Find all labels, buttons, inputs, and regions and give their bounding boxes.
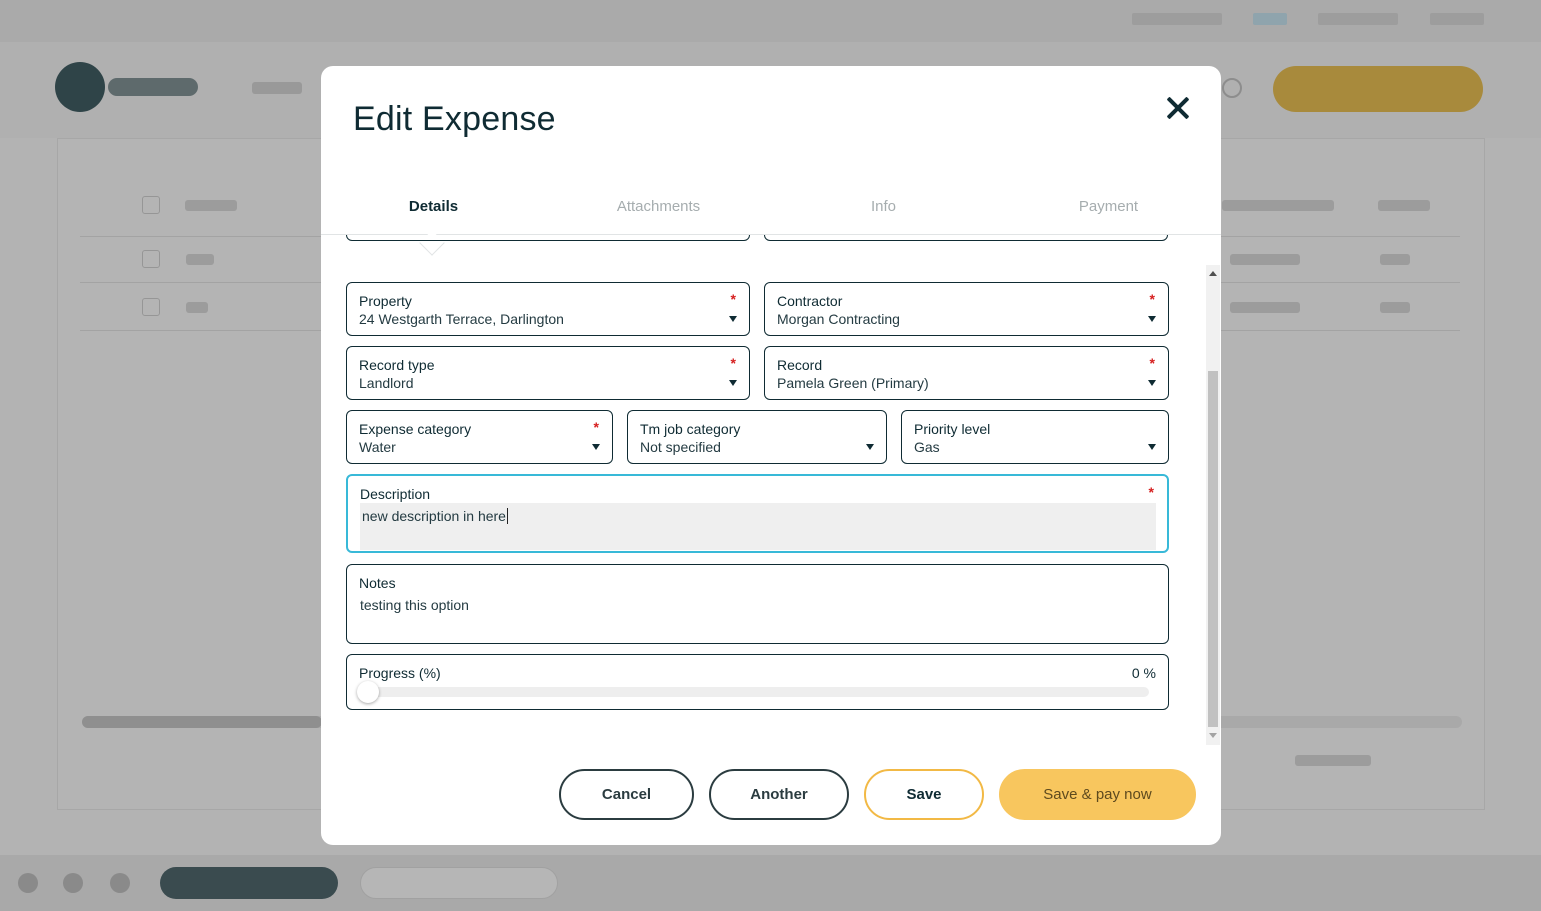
- record-type-select[interactable]: Record type * Landlord: [346, 346, 750, 400]
- background-column-header: [1222, 200, 1334, 211]
- background-scrollbar-thumb: [82, 716, 322, 728]
- progress-label: Progress (%): [359, 665, 441, 681]
- background-cell: [1230, 254, 1300, 265]
- form-scrollbar[interactable]: [1206, 265, 1220, 745]
- background-search-icon: [1222, 78, 1242, 98]
- priority-level-value: Gas: [914, 439, 940, 455]
- background-cell: [186, 254, 214, 265]
- progress-slider-track[interactable]: [361, 687, 1149, 697]
- description-label: Description: [360, 486, 431, 502]
- background-cell: [186, 302, 208, 313]
- background-logo-text: [108, 78, 198, 96]
- background-pagination: [1295, 755, 1371, 766]
- required-marker: *: [730, 291, 736, 307]
- contractor-value: Morgan Contracting: [777, 311, 900, 327]
- record-select[interactable]: Record * Pamela Green (Primary): [764, 346, 1169, 400]
- save-and-pay-now-button[interactable]: Save & pay now: [999, 769, 1196, 820]
- required-marker: *: [730, 355, 736, 371]
- background-cell: [1230, 302, 1300, 313]
- chevron-down-icon: [1148, 380, 1156, 386]
- background-column-header: [185, 200, 237, 211]
- scrolled-field-above[interactable]: [346, 235, 750, 241]
- property-select[interactable]: Property * 24 Westgarth Terrace, Darling…: [346, 282, 750, 336]
- background-logo: [55, 62, 105, 112]
- tm-job-category-select[interactable]: Tm job category Not specified: [627, 410, 887, 464]
- contractor-label: Contractor: [777, 293, 843, 309]
- progress-slider-thumb[interactable]: [357, 681, 379, 703]
- background-column-header: [1378, 200, 1430, 211]
- tm-job-category-label: Tm job category: [640, 421, 741, 437]
- cancel-button[interactable]: Cancel: [559, 769, 694, 820]
- background-bottom-pill: [360, 867, 558, 899]
- background-checkbox: [142, 196, 160, 214]
- save-button[interactable]: Save: [864, 769, 984, 820]
- background-bottom-icon: [18, 873, 38, 893]
- notes-text: testing this option: [360, 597, 469, 613]
- background-top-link: [1318, 13, 1398, 25]
- required-marker: *: [1148, 484, 1154, 500]
- expense-category-value: Water: [359, 439, 396, 455]
- progress-field: Progress (%) 0 %: [346, 654, 1169, 710]
- tm-job-category-value: Not specified: [640, 439, 721, 455]
- background-top-link: [1430, 13, 1484, 25]
- required-marker: *: [1149, 355, 1155, 371]
- description-field[interactable]: Description * new description in here: [346, 474, 1169, 553]
- contractor-select[interactable]: Contractor * Morgan Contracting: [764, 282, 1169, 336]
- tab-payment[interactable]: Payment: [996, 198, 1221, 215]
- expense-category-label: Expense category: [359, 421, 472, 437]
- background-checkbox: [142, 250, 160, 268]
- modal-title: Edit Expense: [353, 100, 556, 138]
- record-type-label: Record type: [359, 357, 435, 373]
- chevron-down-icon: [729, 316, 737, 322]
- background-account-button: [1273, 66, 1483, 112]
- scroll-down-arrow-icon[interactable]: [1209, 733, 1217, 738]
- background-cell: [1380, 254, 1410, 265]
- background-top-link: [1253, 13, 1287, 25]
- background-bottom-icon: [63, 873, 83, 893]
- description-text: new description in here: [362, 508, 506, 524]
- chevron-down-icon: [1148, 316, 1156, 322]
- record-type-value: Landlord: [359, 375, 414, 391]
- background-checkbox: [142, 298, 160, 316]
- notes-field[interactable]: Notes testing this option: [346, 564, 1169, 644]
- close-icon[interactable]: [1163, 93, 1193, 123]
- required-marker: *: [593, 419, 599, 435]
- background-bottom-pill: [160, 867, 338, 899]
- required-marker: *: [1149, 291, 1155, 307]
- priority-level-label: Priority level: [914, 421, 991, 437]
- chevron-down-icon: [866, 444, 874, 450]
- record-value: Pamela Green (Primary): [777, 375, 929, 391]
- edit-expense-modal: Edit Expense Details Attachments Info Pa…: [321, 66, 1221, 845]
- notes-label: Notes: [359, 575, 396, 591]
- another-button[interactable]: Another: [709, 769, 849, 820]
- background-bottom-icon: [110, 873, 130, 893]
- scrollbar-thumb[interactable]: [1208, 371, 1218, 727]
- background-topbar: [0, 0, 1541, 42]
- record-label: Record: [777, 357, 823, 373]
- background-cell: [1380, 302, 1410, 313]
- progress-value: 0 %: [1131, 665, 1156, 681]
- text-cursor: [506, 508, 508, 524]
- expense-category-select[interactable]: Expense category * Water: [346, 410, 613, 464]
- chevron-down-icon: [592, 444, 600, 450]
- property-value: 24 Westgarth Terrace, Darlington: [359, 311, 564, 327]
- scroll-up-arrow-icon[interactable]: [1209, 271, 1217, 276]
- tab-info[interactable]: Info: [771, 198, 996, 215]
- tab-attachments[interactable]: Attachments: [546, 198, 771, 215]
- details-form: Property * 24 Westgarth Terrace, Darling…: [321, 235, 1221, 745]
- priority-level-select[interactable]: Priority level Gas: [901, 410, 1169, 464]
- scrolled-field-above[interactable]: [764, 235, 1168, 241]
- property-label: Property: [359, 293, 412, 309]
- description-textarea[interactable]: new description in here: [360, 503, 1156, 550]
- modal-tabs: Details Attachments Info Payment: [321, 186, 1221, 256]
- chevron-down-icon: [1148, 444, 1156, 450]
- background-top-link: [1132, 13, 1222, 25]
- tab-details[interactable]: Details: [321, 198, 546, 215]
- background-nav-item: [252, 82, 302, 94]
- chevron-down-icon: [729, 380, 737, 386]
